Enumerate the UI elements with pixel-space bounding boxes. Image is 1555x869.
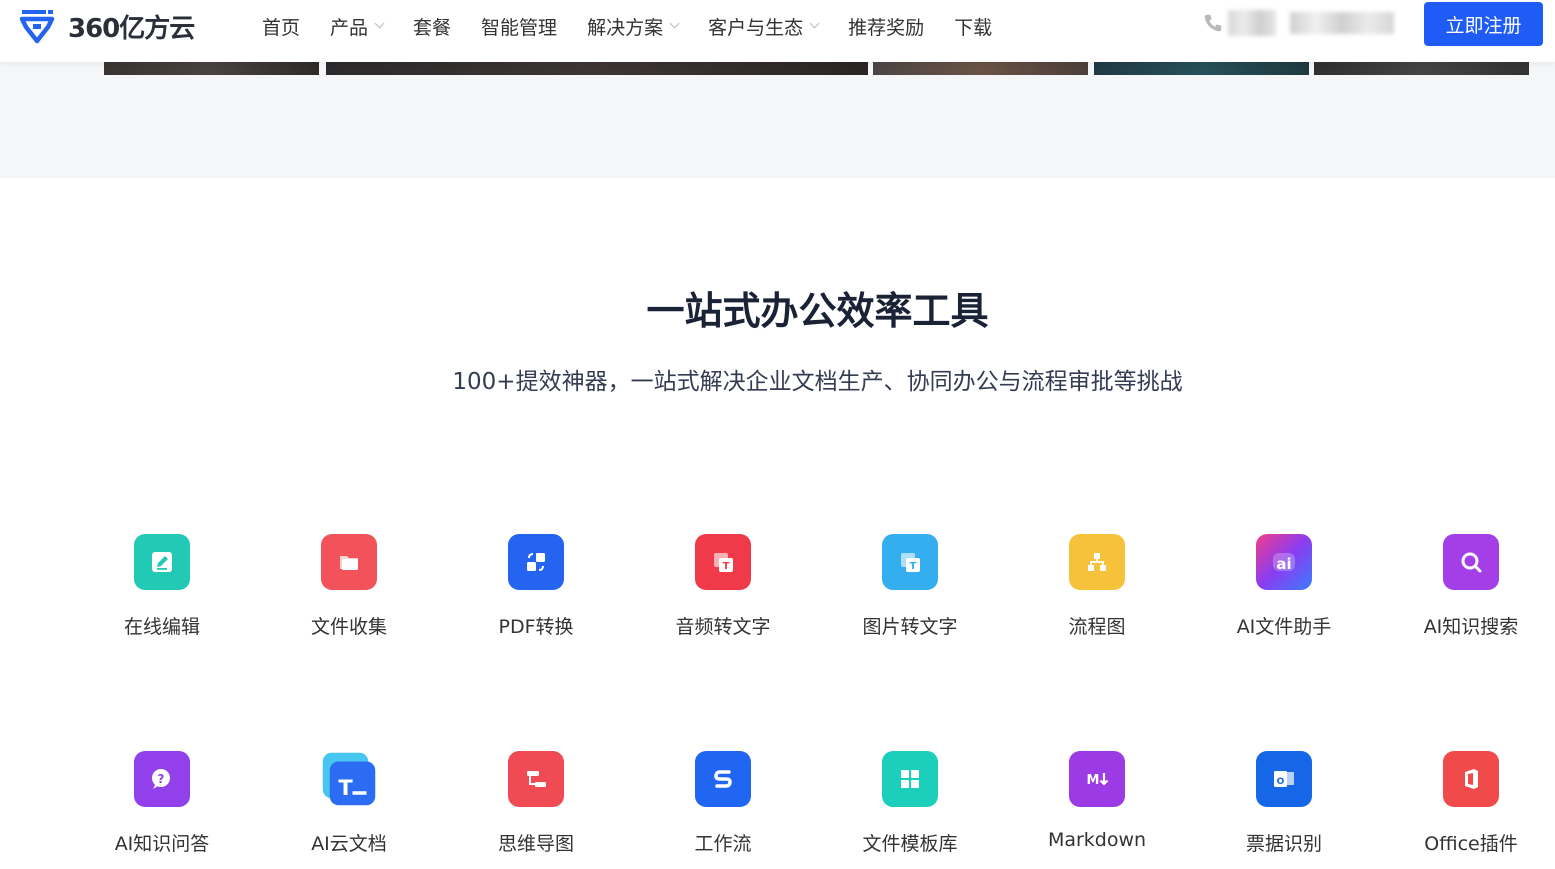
tool-online-edit[interactable]: 在线编辑: [82, 534, 242, 639]
section-title: 一站式办公效率工具: [646, 289, 989, 333]
tool-label: Markdown: [1047, 829, 1147, 851]
section-subtitle: 100+提效神器，一站式解决企业文档生产、协同办公与流程审批等挑战: [452, 369, 1183, 395]
tool-ai-qa[interactable]: ? AI知识问答: [82, 751, 242, 856]
chevron-down-icon: [669, 18, 680, 28]
tool-label: 流程图: [1068, 616, 1126, 638]
tool-ai-knowledge-search[interactable]: AI知识搜索: [1391, 534, 1551, 639]
banner-area: [0, 62, 1555, 178]
chevron-down-icon: [809, 18, 820, 28]
tool-label: 在线编辑: [123, 616, 200, 638]
svg-text:O: O: [1277, 777, 1285, 787]
nav-download[interactable]: 下载: [954, 0, 992, 52]
tool-label: AI知识问答: [114, 833, 210, 855]
tool-invoice-recognition[interactable]: O 票据识别: [1204, 751, 1364, 856]
workflow-icon: [714, 770, 732, 788]
edit-icon: [152, 552, 172, 572]
text-doc-icon: T: [322, 752, 376, 806]
banner-thumbnail[interactable]: [1314, 62, 1529, 75]
svg-text:?: ?: [158, 772, 165, 786]
svg-text:ai: ai: [1276, 555, 1291, 573]
tool-file-collect[interactable]: 文件收集: [269, 534, 429, 639]
tool-label: Office插件: [1424, 833, 1518, 855]
banner-thumbnail[interactable]: [873, 62, 1088, 75]
search-icon: [1461, 552, 1482, 573]
banner-thumbnail[interactable]: [104, 62, 319, 75]
tool-label: 图片转文字: [862, 616, 958, 638]
tool-label: 工作流: [694, 833, 752, 855]
svg-text:T: T: [338, 776, 353, 800]
nav-plans[interactable]: 套餐: [413, 0, 451, 52]
tool-image-to-text[interactable]: T 图片转文字: [830, 534, 990, 639]
redacted-phone-number: [1290, 12, 1394, 34]
banner-thumbnail[interactable]: [326, 62, 868, 75]
tool-label: 文件模板库: [862, 833, 958, 855]
image-text-icon: T: [901, 553, 920, 572]
office-icon: [1465, 769, 1478, 789]
outlook-icon: O: [1274, 771, 1294, 787]
tool-label: AI云文档: [311, 833, 387, 855]
tool-markdown[interactable]: M Markdown: [1017, 751, 1177, 851]
tool-label: 音频转文字: [675, 616, 771, 638]
banner-thumbnail[interactable]: [1094, 62, 1309, 75]
tool-office-plugin[interactable]: Office插件: [1391, 751, 1551, 856]
ai-icon: ai: [1273, 553, 1295, 573]
main-nav: 首页 产品 套餐 智能管理 解决方案 客户与生态 推荐奖励 下载: [262, 0, 992, 52]
tool-label: PDF转换: [498, 616, 574, 638]
logo-text: 360亿方云: [68, 13, 195, 44]
svg-text:M: M: [1087, 773, 1100, 788]
logo[interactable]: 360亿方云: [18, 6, 195, 46]
nav-smart-management[interactable]: 智能管理: [481, 0, 557, 52]
tool-label: AI文件助手: [1236, 616, 1332, 638]
tool-workflow[interactable]: 工作流: [643, 751, 803, 856]
chat-question-icon: ?: [152, 769, 170, 789]
tool-mind-map[interactable]: 思维导图: [456, 751, 616, 856]
nav-home[interactable]: 首页: [262, 0, 300, 52]
tool-template-library[interactable]: 文件模板库: [830, 751, 990, 856]
phone-contact: [1202, 10, 1394, 36]
chevron-down-icon: [374, 18, 385, 28]
nav-customers[interactable]: 客户与生态: [708, 0, 820, 52]
tool-label: 票据识别: [1245, 833, 1322, 855]
tool-label: 思维导图: [497, 833, 574, 855]
nav-products[interactable]: 产品: [330, 0, 385, 52]
tool-flowchart[interactable]: 流程图: [1017, 534, 1177, 639]
nav-referral[interactable]: 推荐奖励: [848, 0, 924, 52]
tool-pdf-convert[interactable]: PDF转换: [456, 534, 616, 639]
svg-text:T: T: [910, 561, 917, 572]
folder-icon: [340, 556, 358, 570]
svg-text:T: T: [723, 561, 730, 572]
logo-icon: [19, 10, 55, 44]
audio-text-icon: T: [714, 553, 733, 572]
tool-ai-cloud-doc[interactable]: T AI云文档: [269, 751, 429, 856]
tool-label: 文件收集: [310, 616, 387, 638]
phone-icon: [1204, 14, 1222, 32]
flowchart-icon: [1088, 553, 1106, 571]
convert-icon: [527, 553, 545, 571]
nav-solutions[interactable]: 解决方案: [587, 0, 680, 52]
redacted-phone-part: [1228, 10, 1276, 36]
template-icon: [901, 770, 919, 788]
top-header: 360亿方云 首页 产品 套餐 智能管理 解决方案 客户与生态 推荐奖励 下载 …: [0, 0, 1555, 62]
tool-audio-to-text[interactable]: T 音频转文字: [643, 534, 803, 639]
tool-label: AI知识搜索: [1423, 616, 1519, 638]
register-button[interactable]: 立即注册: [1424, 2, 1543, 46]
tool-ai-file-assistant[interactable]: ai AI文件助手: [1204, 534, 1364, 639]
mindmap-icon: [527, 771, 546, 787]
markdown-icon: M: [1087, 773, 1109, 788]
